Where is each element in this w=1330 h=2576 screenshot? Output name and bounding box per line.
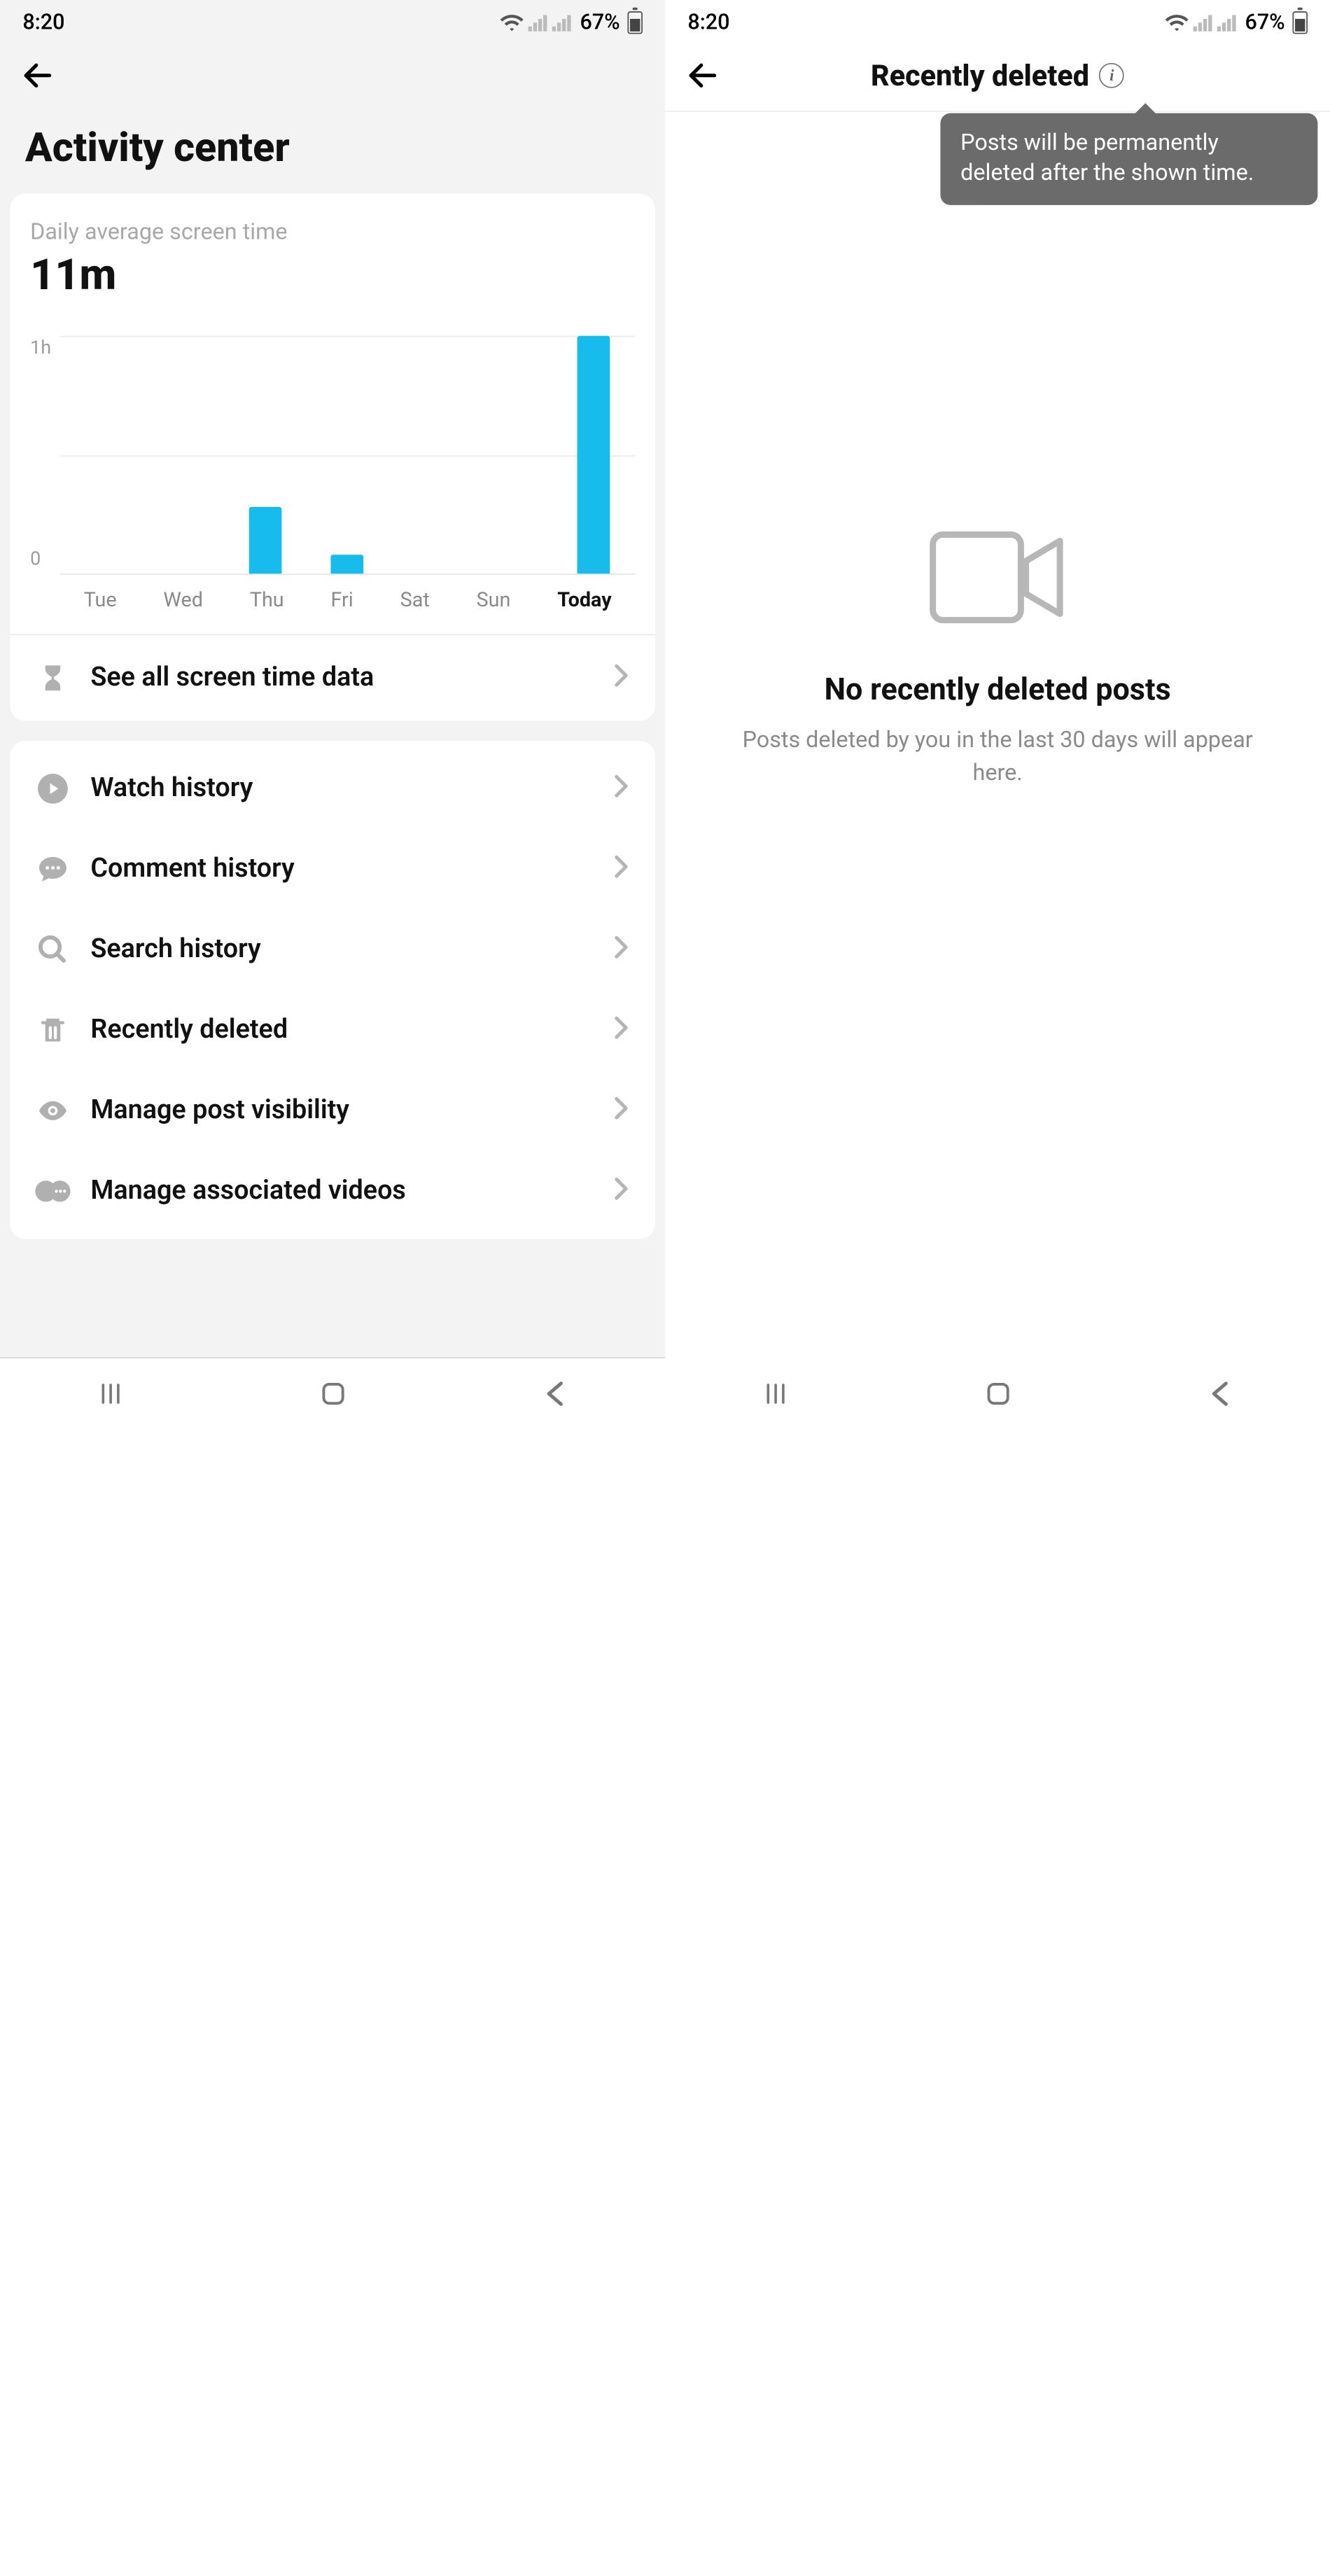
status-time: 8:20 (687, 10, 729, 35)
info-tooltip: Posts will be permanently deleted after … (940, 113, 1317, 204)
empty-state: No recently deleted posts Posts deleted … (665, 112, 1330, 1358)
menu-item-search-history[interactable]: Search history (30, 910, 635, 990)
tooltip-text: Posts will be permanently deleted after … (960, 130, 1254, 186)
signal2-icon (552, 14, 573, 32)
link-vid-icon (35, 1174, 70, 1209)
chart-bar (578, 336, 610, 574)
status-time: 8:20 (22, 10, 64, 35)
empty-title: No recently deleted posts (825, 672, 1171, 707)
screen-time-card: Daily average screen time 11m 1h 0 Tue We… (10, 194, 655, 721)
recent-apps-button[interactable] (96, 1379, 126, 1414)
status-bar: 8:20 67% (665, 0, 1330, 46)
chevron-right-icon (612, 935, 630, 965)
search-icon (35, 932, 70, 967)
x-tick: Tue (84, 587, 117, 611)
android-nav-bar (0, 1358, 665, 1434)
x-tick: Wed (163, 587, 203, 611)
menu-item-watch-history[interactable]: Watch history (30, 749, 635, 829)
signal2-icon (1217, 14, 1238, 32)
recent-apps-button[interactable] (761, 1379, 791, 1414)
comment-icon (35, 851, 70, 886)
chevron-right-icon (612, 663, 630, 693)
empty-subtitle: Posts deleted by you in the last 30 days… (715, 725, 1280, 788)
chart-x-labels: Tue Wed Thu Fri Sat Sun Today (30, 575, 635, 634)
chevron-right-icon (612, 854, 630, 884)
page-title: Activity center (0, 106, 665, 194)
screen-time-value: 11m (30, 251, 635, 301)
x-tick: Thu (250, 587, 284, 611)
page-title: Recently deleted (871, 59, 1089, 93)
status-bar: 8:20 67% (0, 0, 665, 46)
signal-icon (528, 14, 549, 32)
y-tick: 0 (30, 547, 60, 569)
home-button[interactable] (983, 1377, 1016, 1415)
app-bar: Recently deleted i Posts will be permane… (665, 46, 1330, 112)
video-camera-icon (928, 531, 1067, 629)
chart-bar (331, 555, 364, 573)
arrow-left-icon (20, 58, 55, 93)
status-battery-text: 67% (1245, 10, 1284, 35)
chart-y-axis: 1h 0 (30, 336, 60, 575)
menu-item-manage-post-visibility[interactable]: Manage post visibility (30, 1071, 635, 1151)
see-all-label: See all screen time data (90, 663, 592, 693)
chart-bars (60, 336, 635, 574)
status-icons (1164, 13, 1237, 33)
status-battery-text: 67% (580, 10, 620, 35)
back-button[interactable] (20, 58, 55, 93)
activity-center-screen: 8:20 67% Activity center Daily average s… (0, 0, 665, 1434)
menu-item-label: Recently deleted (90, 1015, 592, 1045)
info-icon[interactable]: i (1099, 63, 1124, 88)
back-button[interactable] (685, 58, 720, 93)
battery-icon (1292, 11, 1308, 34)
arrow-left-icon (685, 58, 720, 93)
android-nav-bar (665, 1358, 1330, 1434)
hourglass-icon (35, 660, 70, 695)
menu-item-recently-deleted[interactable]: Recently deleted (30, 990, 635, 1071)
menu-item-label: Watch history (90, 774, 592, 804)
status-right: 67% (1164, 10, 1308, 35)
home-button[interactable] (318, 1377, 351, 1415)
menu-item-label: Comment history (90, 854, 592, 884)
chevron-right-icon (612, 1096, 630, 1126)
wifi-icon (1164, 13, 1189, 33)
chevron-right-icon (612, 774, 630, 804)
back-nav-button[interactable] (542, 1380, 570, 1413)
screen-time-label: Daily average screen time (30, 219, 635, 246)
screen-time-chart: 1h 0 (30, 336, 635, 575)
back-nav-button[interactable] (1207, 1380, 1235, 1413)
menu-item-comment-history[interactable]: Comment history (30, 829, 635, 910)
x-tick: Today (557, 587, 611, 611)
battery-icon (627, 11, 643, 34)
status-right: 67% (499, 10, 643, 35)
see-all-screen-time-link[interactable]: See all screen time data (30, 635, 635, 720)
eye-icon (35, 1093, 70, 1128)
signal-icon (1194, 14, 1214, 32)
x-tick: Sun (477, 587, 511, 611)
chevron-right-icon (612, 1176, 630, 1206)
title-wrap: Recently deleted i (720, 59, 1275, 93)
menu-item-label: Search history (90, 935, 592, 965)
recently-deleted-screen: 8:20 67% Recently deleted i Posts will b… (665, 0, 1330, 1434)
play-icon (35, 771, 70, 806)
app-bar (0, 46, 665, 106)
chart-plot (60, 336, 635, 575)
menu-item-label: Manage post visibility (90, 1096, 592, 1126)
x-tick: Sat (400, 587, 430, 611)
trash-icon (35, 1012, 70, 1047)
menu-item-manage-associated-videos[interactable]: Manage associated videos (30, 1151, 635, 1232)
status-icons (499, 13, 572, 33)
history-menu: Watch history Comment history Search histo… (10, 741, 655, 1239)
chevron-right-icon (612, 1015, 630, 1045)
y-tick: 1h (30, 336, 60, 358)
wifi-icon (499, 13, 524, 33)
x-tick: Fri (331, 587, 354, 611)
chart-bar (249, 507, 282, 573)
menu-item-label: Manage associated videos (90, 1176, 592, 1206)
